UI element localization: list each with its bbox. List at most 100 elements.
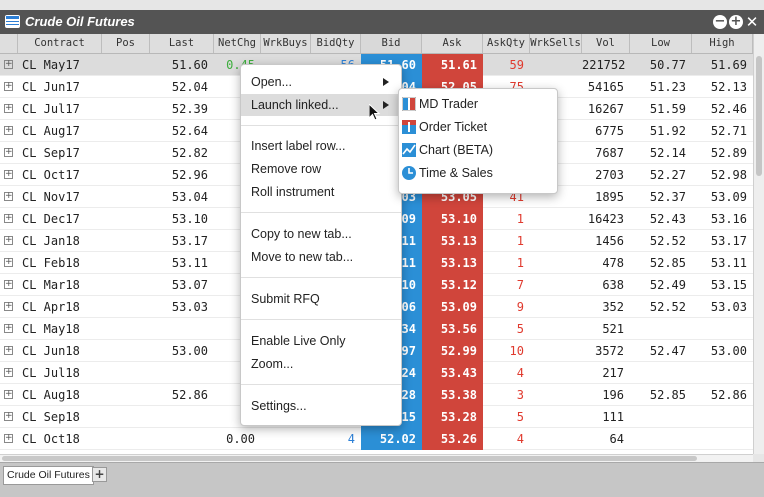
cell-low: 52.37 — [649, 190, 686, 204]
expand-row-icon[interactable]: + — [4, 390, 13, 399]
cell-contract: CL Sep18 — [22, 410, 80, 424]
cell-wrksells — [530, 252, 582, 274]
expand-row-icon[interactable]: + — [4, 60, 13, 69]
submenu-item-label: Order Ticket — [419, 120, 488, 134]
expand-row-icon[interactable]: + — [4, 236, 13, 245]
add-tab-button[interactable]: + — [92, 467, 107, 482]
expand-row-icon[interactable]: + — [4, 258, 13, 267]
expand-row-icon[interactable]: + — [4, 148, 13, 157]
cell-bid[interactable]: 52.02 — [361, 428, 422, 450]
menu-item-roll-instrument[interactable]: Roll instrument — [241, 181, 401, 203]
expand-row-icon[interactable]: + — [4, 280, 13, 289]
expand-row-icon[interactable]: + — [4, 104, 13, 113]
cell-vol: 64 — [609, 432, 624, 446]
expand-row-icon[interactable]: + — [4, 302, 13, 311]
column-header-askqty[interactable]: AskQty — [483, 34, 530, 53]
expand-row-icon[interactable]: + — [4, 368, 13, 377]
submenu-item-md-trader[interactable]: MD Trader — [399, 93, 557, 116]
menu-item-zoom[interactable]: Zoom... — [241, 353, 401, 375]
vertical-scroll-thumb[interactable] — [756, 56, 762, 176]
cell-vol: 2703 — [595, 168, 624, 182]
cell-vol: 352 — [602, 300, 624, 314]
cell-ask[interactable]: 53.13 — [422, 230, 483, 252]
submenu-item-order-ticket[interactable]: Order Ticket — [399, 116, 557, 139]
expand-row-icon[interactable]: + — [4, 82, 13, 91]
menu-item-move-to-new-tab[interactable]: Move to new tab... — [241, 246, 401, 268]
cell-wrksells — [530, 230, 582, 252]
expand-row-icon[interactable]: + — [4, 170, 13, 179]
cell-askqty: 10 — [509, 344, 524, 358]
expand-row-icon[interactable]: + — [4, 214, 13, 223]
submenu-item-chart[interactable]: Chart (BETA) — [399, 139, 557, 162]
cell-last — [150, 362, 214, 384]
cell-ask[interactable]: 53.13 — [422, 252, 483, 274]
vertical-scrollbar[interactable] — [753, 34, 764, 454]
minimize-icon[interactable]: − — [713, 15, 727, 29]
column-header-expander[interactable] — [0, 34, 18, 53]
cell-ask[interactable]: 53.28 — [422, 406, 483, 428]
horizontal-scroll-thumb[interactable] — [2, 456, 697, 461]
title-bar: Crude Oil Futures − + ✕ — [0, 10, 764, 34]
menu-item-insert-label-row[interactable]: Insert label row... — [241, 135, 401, 157]
column-header-netchg[interactable]: NetChg — [214, 34, 261, 53]
column-header-last[interactable]: Last — [150, 34, 214, 53]
column-header-low[interactable]: Low — [630, 34, 692, 53]
cell-ask[interactable]: 53.26 — [422, 428, 483, 450]
cell-last: 53.03 — [171, 300, 208, 314]
cell-pos — [102, 164, 150, 186]
cell-high: 53.17 — [710, 234, 747, 248]
cell-ask[interactable]: 53.56 — [422, 318, 483, 340]
cell-last — [150, 428, 214, 450]
menu-item-settings[interactable]: Settings... — [241, 395, 401, 417]
cell-low — [630, 318, 692, 340]
column-header-bid[interactable]: Bid — [361, 34, 422, 53]
cell-low: 51.59 — [649, 102, 686, 116]
column-header-high[interactable]: High — [692, 34, 753, 53]
cell-ask[interactable]: 53.12 — [422, 274, 483, 296]
menu-item-submit-rfq[interactable]: Submit RFQ — [241, 288, 401, 310]
cell-ask[interactable]: 53.09 — [422, 296, 483, 318]
cell-wrkbuys — [261, 428, 311, 450]
column-header-wrkbuys[interactable]: WrkBuys — [261, 34, 311, 53]
menu-item-label: Launch linked... — [251, 98, 339, 112]
submenu-item-time-sales[interactable]: Time & Sales — [399, 162, 557, 185]
menu-item-remove-row[interactable]: Remove row — [241, 158, 401, 180]
table-row[interactable]: + CL Oct18 0.00 4 52.02 53.26 4 64 — [0, 428, 753, 450]
cell-pos — [102, 54, 150, 76]
menu-item-copy-to-new-tab[interactable]: Copy to new tab... — [241, 223, 401, 245]
column-header-pos[interactable]: Pos — [102, 34, 150, 53]
tab-crude-oil-futures[interactable]: Crude Oil Futures — [3, 466, 94, 485]
menu-item-open[interactable]: Open... — [241, 71, 401, 93]
cell-contract: CL May18 — [22, 322, 80, 336]
cell-contract: CL Aug18 — [22, 388, 80, 402]
cell-pos — [102, 230, 150, 252]
cell-ask[interactable]: 51.61 — [422, 54, 483, 76]
cell-low: 52.85 — [649, 256, 686, 270]
cell-low: 52.27 — [649, 168, 686, 182]
expand-row-icon[interactable]: + — [4, 346, 13, 355]
cell-ask[interactable]: 53.10 — [422, 208, 483, 230]
column-header-bidqty[interactable]: BidQty — [311, 34, 361, 53]
cell-low — [630, 406, 692, 428]
column-header-contract[interactable]: Contract — [18, 34, 102, 53]
cell-last: 53.00 — [171, 344, 208, 358]
cell-askqty: 9 — [516, 300, 524, 314]
column-header-wrksells[interactable]: WrkSells — [530, 34, 582, 53]
cell-vol: 638 — [602, 278, 624, 292]
cell-ask[interactable]: 52.99 — [422, 340, 483, 362]
cell-wrksells — [530, 296, 582, 318]
expand-row-icon[interactable]: + — [4, 126, 13, 135]
maximize-icon[interactable]: + — [729, 15, 743, 29]
close-icon[interactable]: ✕ — [745, 15, 759, 30]
cell-askqty: 7 — [516, 278, 524, 292]
expand-row-icon[interactable]: + — [4, 324, 13, 333]
cell-ask[interactable]: 53.43 — [422, 362, 483, 384]
cell-high: 53.15 — [710, 278, 747, 292]
expand-row-icon[interactable]: + — [4, 412, 13, 421]
menu-item-enable-live-only[interactable]: Enable Live Only — [241, 330, 401, 352]
cell-ask[interactable]: 53.38 — [422, 384, 483, 406]
column-header-ask[interactable]: Ask — [422, 34, 483, 53]
column-header-vol[interactable]: Vol — [582, 34, 630, 53]
expand-row-icon[interactable]: + — [4, 192, 13, 201]
expand-row-icon[interactable]: + — [4, 434, 13, 443]
